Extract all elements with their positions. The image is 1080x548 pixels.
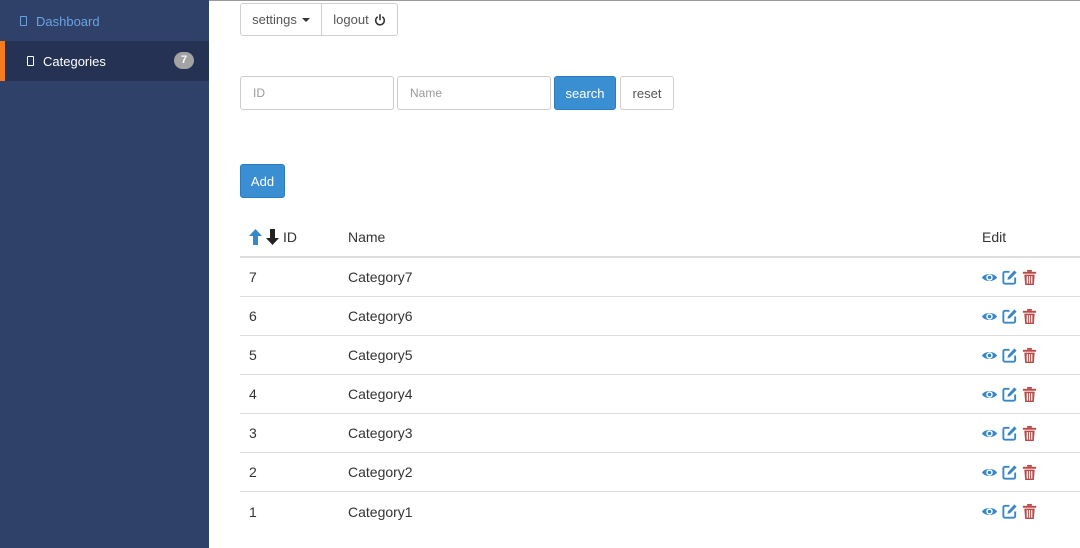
categories-table: ID Name Edit 7 Category7 6 Category6 5 C…	[240, 218, 1080, 531]
caret-down-icon	[301, 17, 310, 22]
add-button[interactable]: Add	[240, 164, 285, 198]
row-name: Category2	[348, 464, 413, 480]
delete-icon[interactable]	[1021, 308, 1038, 325]
delete-icon[interactable]	[1021, 386, 1038, 403]
edit-icon[interactable]	[1001, 347, 1018, 364]
sidebar: Dashboard Categories 7	[0, 0, 209, 548]
table-row: 7 Category7	[240, 258, 1080, 297]
name-filter-input[interactable]	[397, 76, 551, 110]
edit-column-header: Edit	[982, 229, 1007, 245]
count-badge: 7	[174, 52, 194, 69]
delete-icon[interactable]	[1021, 464, 1038, 481]
delete-icon[interactable]	[1021, 503, 1038, 520]
id-column-header: ID	[249, 218, 297, 256]
row-name: Category5	[348, 347, 413, 363]
row-id: 5	[249, 347, 257, 363]
settings-label: settings	[252, 12, 297, 27]
view-icon[interactable]	[981, 386, 998, 403]
row-id: 1	[249, 503, 257, 520]
table-row: 1 Category1	[240, 492, 1080, 531]
arrow-up-icon	[249, 229, 262, 245]
edit-icon[interactable]	[1001, 503, 1018, 520]
delete-icon[interactable]	[1021, 269, 1038, 286]
page-icon	[27, 56, 34, 66]
row-actions	[981, 375, 1038, 413]
table-body: 7 Category7 6 Category6 5 Category5 4 Ca…	[240, 258, 1080, 531]
id-filter-input[interactable]	[240, 76, 394, 110]
table-row: 4 Category4	[240, 375, 1080, 414]
logout-button[interactable]: logout	[322, 3, 398, 36]
sort-desc-button[interactable]	[266, 229, 279, 245]
row-actions	[981, 414, 1038, 452]
edit-icon[interactable]	[1001, 308, 1018, 325]
table-header: ID Name Edit	[240, 218, 1080, 258]
power-icon	[374, 13, 385, 25]
row-actions	[981, 297, 1038, 335]
sort-asc-button[interactable]	[249, 229, 262, 245]
page-icon	[20, 16, 27, 26]
row-id: 6	[249, 308, 257, 324]
view-icon[interactable]	[981, 308, 998, 325]
row-name: Category4	[348, 386, 413, 402]
id-header-label: ID	[283, 229, 297, 245]
row-actions	[981, 492, 1038, 531]
row-actions	[981, 453, 1038, 491]
name-column-header: Name	[348, 229, 386, 245]
row-id: 4	[249, 386, 257, 402]
table-row: 6 Category6	[240, 297, 1080, 336]
row-id: 3	[249, 425, 257, 441]
row-actions	[981, 336, 1038, 374]
arrow-down-icon	[266, 229, 279, 245]
edit-icon[interactable]	[1001, 386, 1018, 403]
sidebar-item-dashboard[interactable]: Dashboard	[0, 1, 209, 41]
top-button-group: settings logout	[240, 3, 398, 36]
settings-button[interactable]: settings	[240, 3, 322, 36]
sidebar-item-categories[interactable]: Categories 7	[0, 41, 209, 81]
view-icon[interactable]	[981, 269, 998, 286]
row-id: 2	[249, 464, 257, 480]
table-row: 5 Category5	[240, 336, 1080, 375]
row-name: Category7	[348, 269, 413, 285]
table-row: 2 Category2	[240, 453, 1080, 492]
row-name: Category3	[348, 425, 413, 441]
delete-icon[interactable]	[1021, 347, 1038, 364]
row-id: 7	[249, 269, 257, 285]
edit-icon[interactable]	[1001, 269, 1018, 286]
view-icon[interactable]	[981, 347, 998, 364]
row-actions	[981, 258, 1038, 296]
logout-label: logout	[333, 12, 369, 27]
row-name: Category1	[348, 503, 413, 520]
reset-button[interactable]: reset	[620, 76, 674, 110]
table-row: 3 Category3	[240, 414, 1080, 453]
view-icon[interactable]	[981, 464, 998, 481]
edit-icon[interactable]	[1001, 464, 1018, 481]
sidebar-item-label: Dashboard	[36, 13, 100, 29]
sidebar-item-label: Categories	[43, 53, 106, 69]
view-icon[interactable]	[981, 425, 998, 442]
search-button[interactable]: search	[554, 76, 616, 110]
delete-icon[interactable]	[1021, 425, 1038, 442]
view-icon[interactable]	[981, 503, 998, 520]
row-name: Category6	[348, 308, 413, 324]
edit-icon[interactable]	[1001, 425, 1018, 442]
